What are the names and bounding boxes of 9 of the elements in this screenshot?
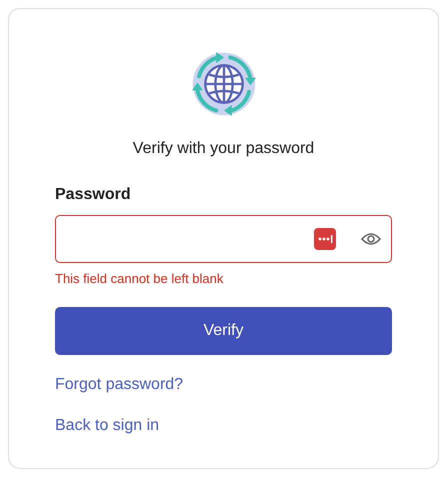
link[interactable]: Back to sign in xyxy=(55,417,160,435)
field-label: Password xyxy=(55,186,132,204)
verify-button[interactable]: Verify xyxy=(55,307,392,355)
password-manager-icon[interactable] xyxy=(314,228,336,250)
heading: Verify with your password xyxy=(132,140,316,158)
error-message: This field cannot be left blank xyxy=(55,271,224,286)
password-field[interactable] xyxy=(55,215,392,263)
link[interactable]: Forgot password? xyxy=(55,376,184,394)
show-password-icon[interactable] xyxy=(361,232,381,246)
